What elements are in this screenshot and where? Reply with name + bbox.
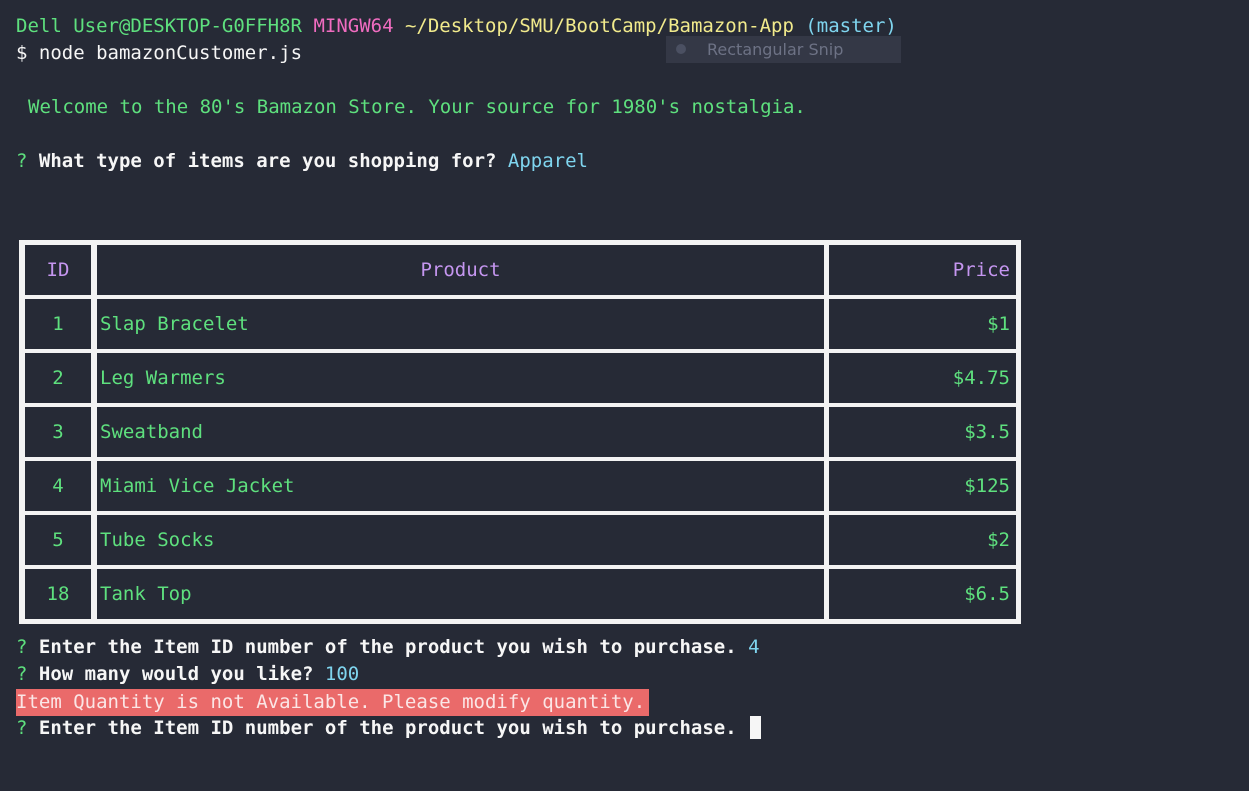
row-product: Leg Warmers [97,353,824,403]
item-id-question-again[interactable]: ? Enter the Item ID number of the produc… [16,715,762,742]
row-id: 2 [25,353,91,403]
question-text: What type of items are you shopping for? [38,150,497,172]
row-price: $6.5 [829,569,1016,619]
question-text: Enter the Item ID number of the product … [38,717,737,739]
row-id: 3 [25,407,91,457]
git-branch: (master) [805,15,897,37]
row-price: $4.75 [829,353,1016,403]
question-mark: ? [16,663,28,685]
answer-text: 100 [324,663,360,685]
question-mark: ? [16,150,28,172]
answer-text: Apparel [507,150,588,172]
question-mark: ? [16,636,28,658]
question-mark: ? [16,717,28,739]
row-price: $125 [829,461,1016,511]
user-host: Dell User@DESKTOP-G0FFH8R [16,15,302,37]
row-id: 18 [25,569,91,619]
row-price: $1 [829,299,1016,349]
row-price: $3.5 [829,407,1016,457]
welcome-message: Welcome to the 80's Bamazon Store. Your … [28,96,806,118]
snip-label: Rectangular Snip [707,40,844,59]
question-text: How many would you like? [38,663,314,685]
dollar-sign: $ [16,42,28,64]
error-message: Item Quantity is not Available. Please m… [16,689,650,716]
rectangular-snip-overlay[interactable]: Rectangular Snip [666,36,901,63]
header-price: Price [829,245,1016,295]
header-id: ID [25,245,91,295]
row-id: 1 [25,299,91,349]
row-product: Sweatband [97,407,824,457]
category-question: ? What type of items are you shopping fo… [16,148,588,175]
row-id: 4 [25,461,91,511]
item-id-question: ? Enter the Item ID number of the produc… [16,634,760,661]
row-product: Tube Socks [97,515,824,565]
row-id: 5 [25,515,91,565]
question-text: Enter the Item ID number of the product … [38,636,737,658]
shell-name: MINGW64 [313,15,394,37]
row-price: $2 [829,515,1016,565]
row-product: Slap Bracelet [97,299,824,349]
command-line: $ node bamazonCustomer.js [16,40,302,67]
current-path: ~/Desktop/SMU/BootCamp/Bamazon-App [404,15,794,37]
command-text: node bamazonCustomer.js [38,42,303,64]
radio-dot-icon [676,44,686,54]
product-table: ID Product Price 1 Slap Bracelet $1 2 Le… [19,240,1021,624]
text-cursor[interactable] [750,716,762,739]
header-product: Product [97,245,824,295]
row-product: Tank Top [97,569,824,619]
quantity-question: ? How many would you like? 100 [16,661,359,688]
row-product: Miami Vice Jacket [97,461,824,511]
answer-text: 4 [748,636,760,658]
